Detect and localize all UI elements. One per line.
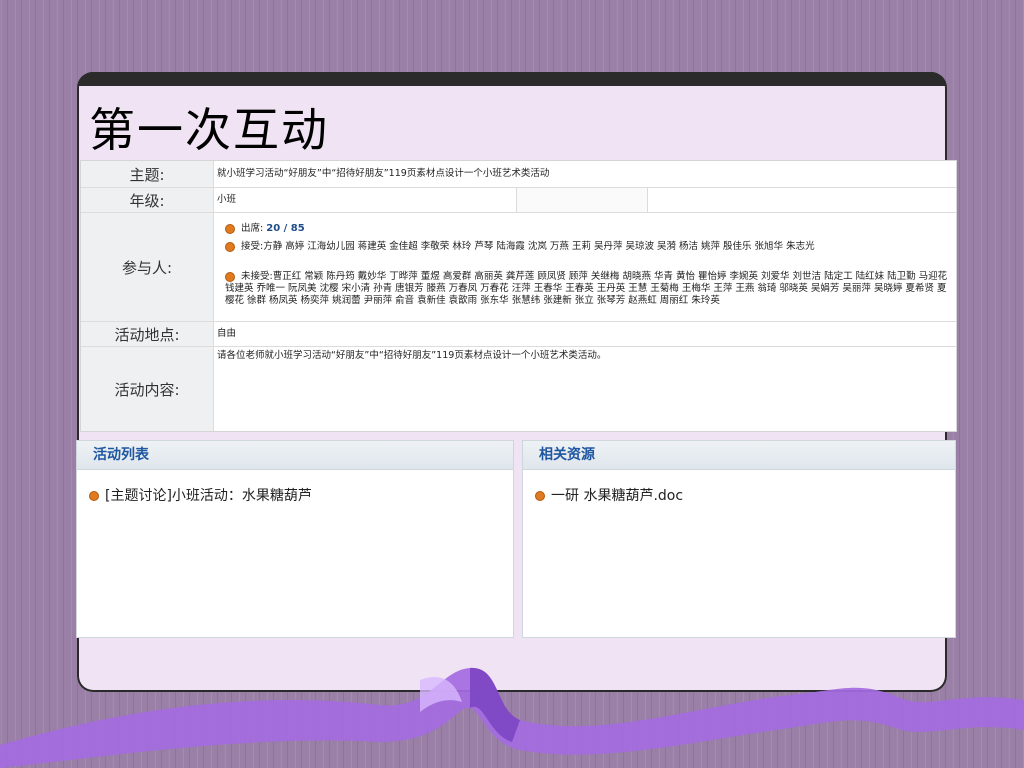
attendance-count: 20 / 85 <box>266 223 305 234</box>
content-label: 活动内容: <box>81 347 214 431</box>
grade-empty-cell <box>516 188 647 212</box>
resource-link[interactable]: 一研 水果糖葫芦.doc <box>551 488 683 504</box>
slide-title: 第一次互动 <box>89 103 329 157</box>
activity-list-item[interactable]: [主题讨论]小班活动：水果糖葫芦 <box>89 485 312 505</box>
resources-panel: 相关资源 一研 水果糖葫芦.doc <box>522 440 956 638</box>
participants-row: 参与人: 出席: 20 / 85 接受:方静 高婷 江海幼儿园 蒋建英 金佳超 … <box>81 213 956 322</box>
accepted-label: 接受: <box>241 241 264 252</box>
slide-top-bar <box>77 72 947 86</box>
content-value: 请各位老师就小班学习活动“好朋友”中“招待好朋友”119页素材点设计一个小班艺术… <box>217 350 607 361</box>
bullet-icon <box>89 491 99 501</box>
activity-link[interactable]: [主题讨论]小班活动：水果糖葫芦 <box>105 488 312 504</box>
not-accepted-label: 未接受: <box>241 271 273 282</box>
activity-list-title: 活动列表 <box>77 441 513 470</box>
bullet-icon <box>225 241 235 252</box>
participants-value: 出席: 20 / 85 接受:方静 高婷 江海幼儿园 蒋建英 金佳超 李敬荣 林… <box>217 213 956 321</box>
accepted-line: 接受:方静 高婷 江海幼儿园 蒋建英 金佳超 李敬荣 林玲 芦琴 陆海霞 沈岚 … <box>225 241 950 253</box>
location-label: 活动地点: <box>81 322 214 346</box>
not-accepted-names: 曹正红 常颖 陈丹筠 戴妙华 丁晔萍 董煜 高爱群 高丽英 龚芹莲 顾凤贤 顾萍… <box>225 271 948 306</box>
grade-row: 年级: 小班 <box>81 188 956 213</box>
ribbon-decoration <box>0 667 1024 768</box>
topic-row: 主题: 就小班学习活动“好朋友”中“招待好朋友”119页素材点设计一个小班艺术类… <box>81 161 956 188</box>
participants-label: 参与人: <box>81 213 214 321</box>
topic-value: 就小班学习活动“好朋友”中“招待好朋友”119页素材点设计一个小班艺术类活动 <box>217 168 550 179</box>
not-accepted-line: 未接受:曹正红 常颖 陈丹筠 戴妙华 丁晔萍 董煜 高爱群 高丽英 龚芹莲 顾凤… <box>225 271 950 307</box>
bullet-icon <box>225 223 235 234</box>
location-row: 活动地点: 自由 <box>81 322 956 347</box>
resource-item[interactable]: 一研 水果糖葫芦.doc <box>535 485 683 505</box>
grade-empty-cell <box>647 188 955 212</box>
accepted-names: 方静 高婷 江海幼儿园 蒋建英 金佳超 李敬荣 林玲 芦琴 陆海霞 沈岚 万燕 … <box>263 241 815 252</box>
attendance-label: 出席: <box>241 223 264 234</box>
grade-label: 年级: <box>81 188 214 212</box>
activity-info-table: 主题: 就小班学习活动“好朋友”中“招待好朋友”119页素材点设计一个小班艺术类… <box>80 160 957 432</box>
topic-label: 主题: <box>81 161 214 187</box>
location-value: 自由 <box>217 328 237 339</box>
attendance-line: 出席: 20 / 85 <box>225 223 950 235</box>
bullet-icon <box>225 271 235 282</box>
resources-title: 相关资源 <box>523 441 955 470</box>
content-row: 活动内容: 请各位老师就小班学习活动“好朋友”中“招待好朋友”119页素材点设计… <box>81 347 956 431</box>
activity-list-panel: 活动列表 [主题讨论]小班活动：水果糖葫芦 <box>76 440 514 638</box>
bullet-icon <box>535 491 545 501</box>
